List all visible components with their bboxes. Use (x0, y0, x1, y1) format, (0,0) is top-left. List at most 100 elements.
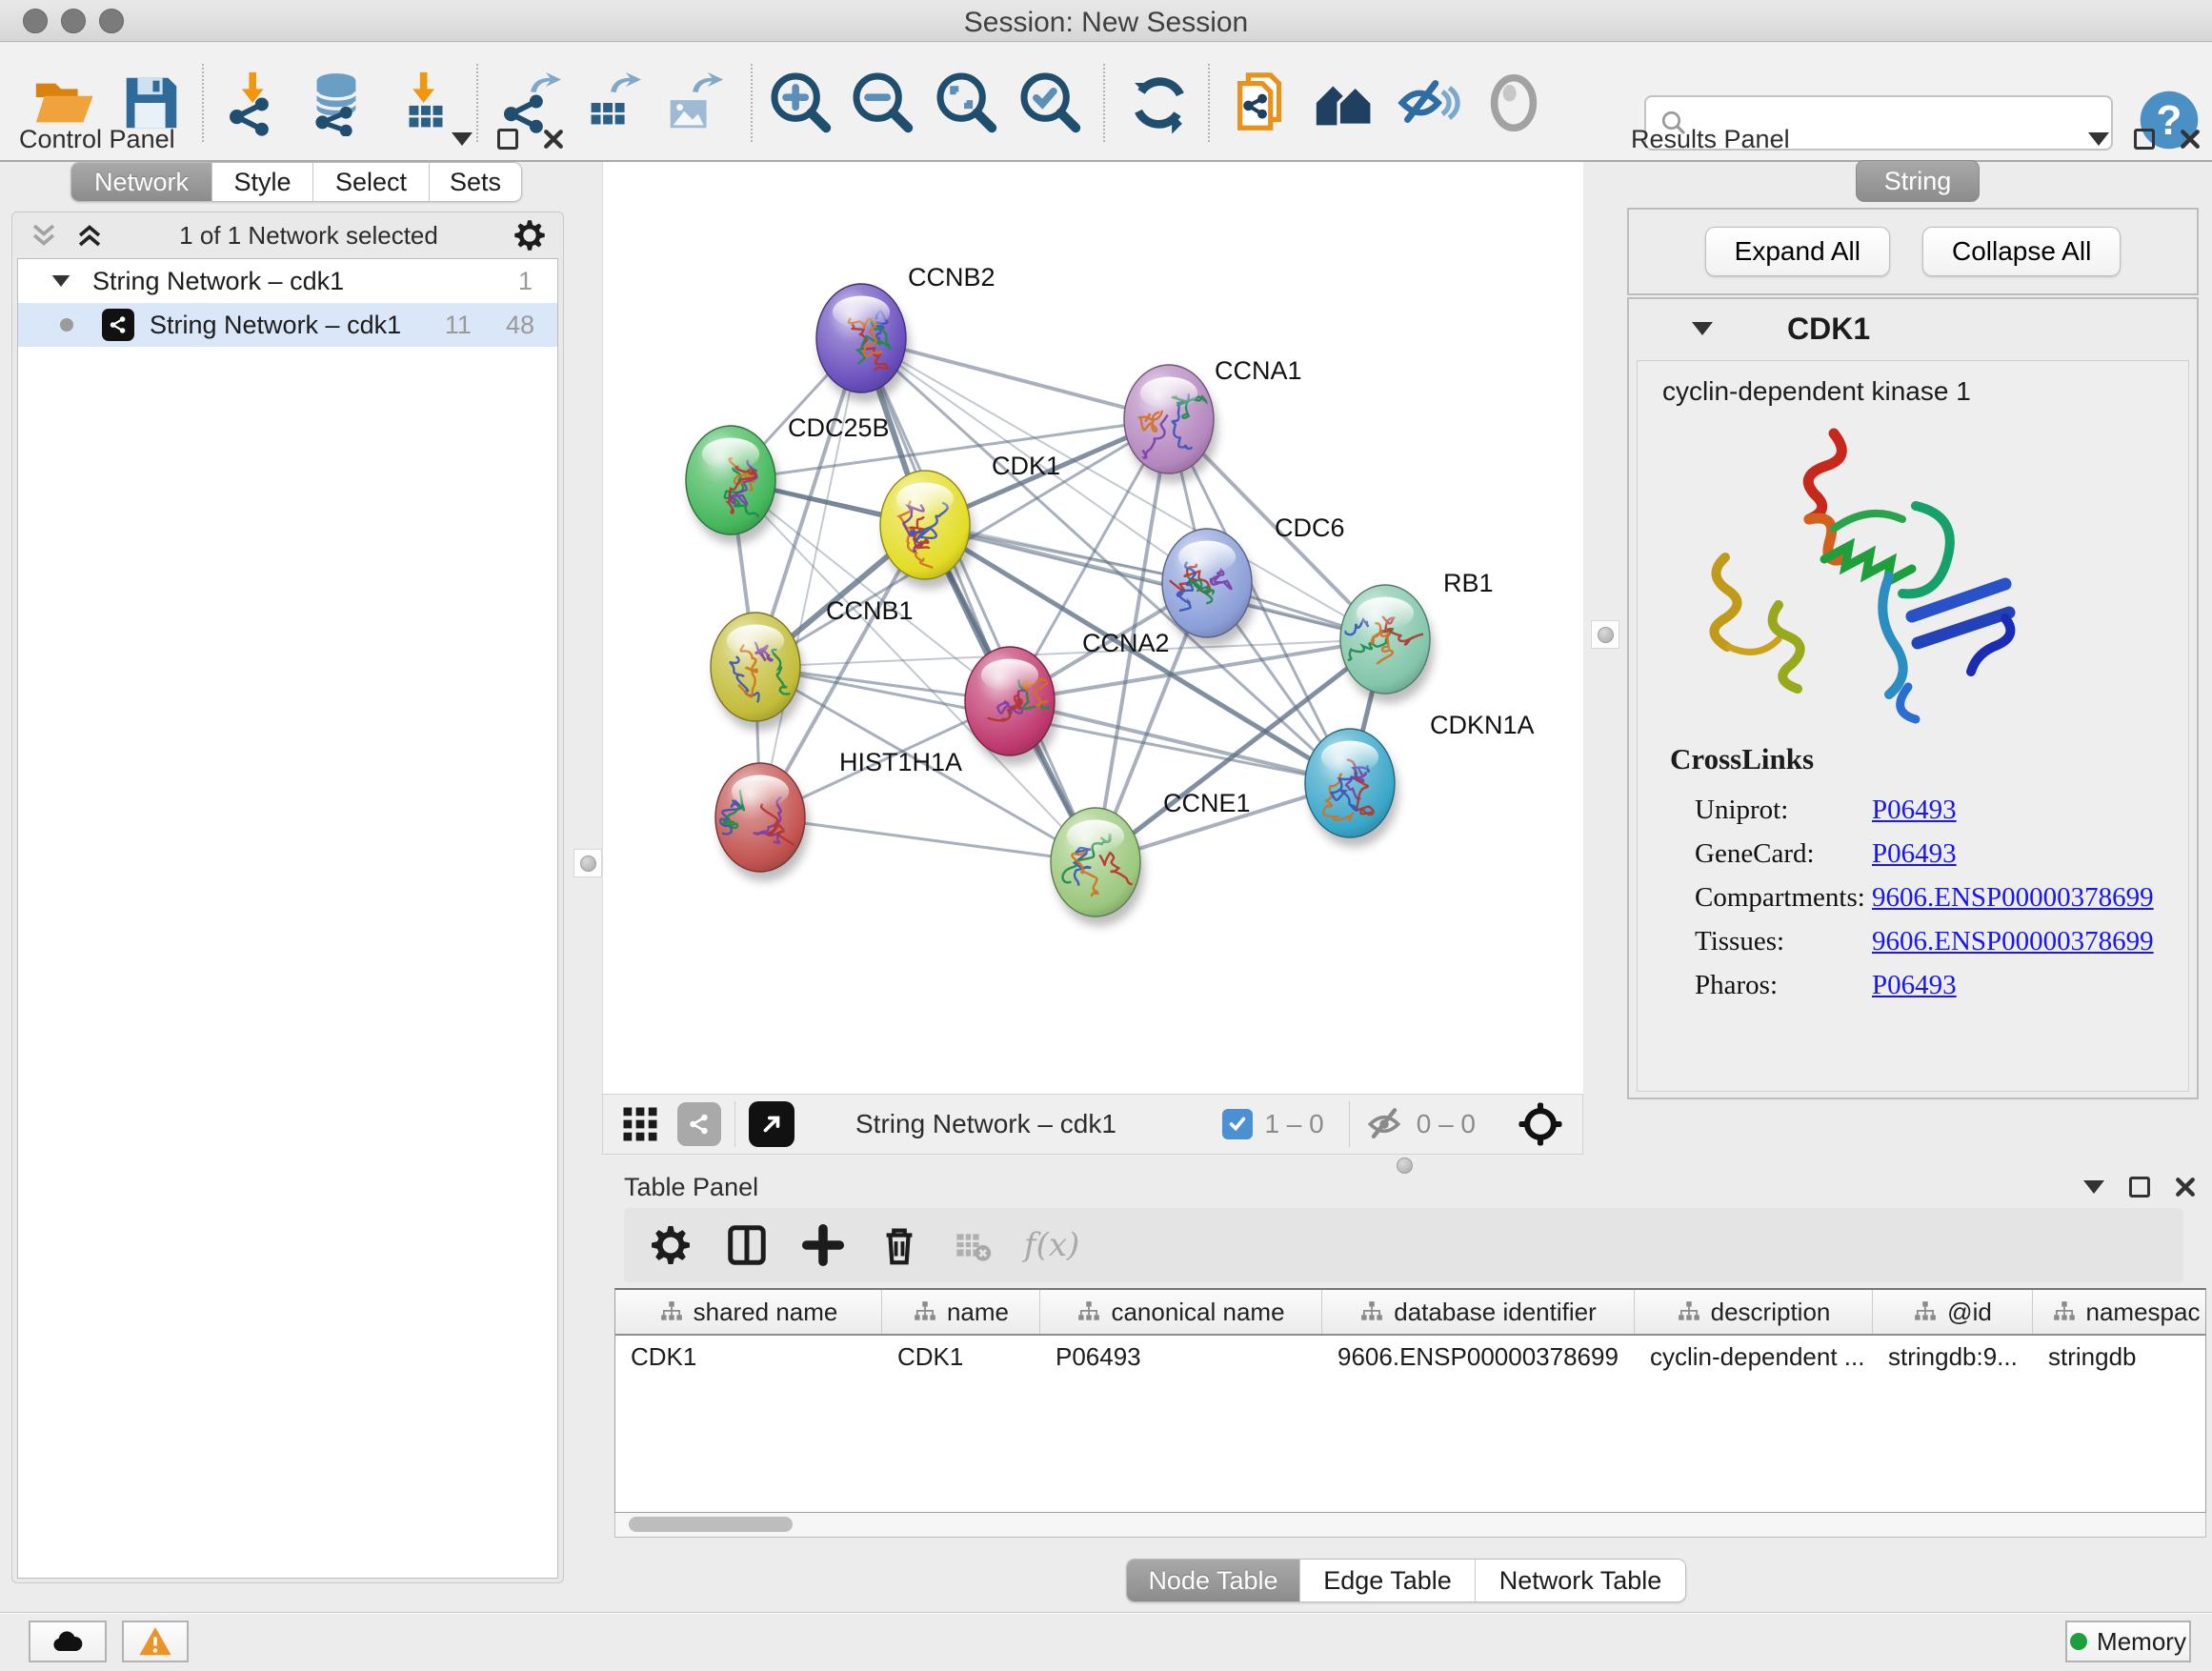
left-splitter-handle[interactable] (573, 849, 602, 877)
node-CCNA2[interactable]: CCNA2 (965, 629, 1170, 765)
node-HIST1H1A[interactable]: HIST1H1A (715, 748, 962, 881)
network-row[interactable]: String Network – cdk1 11 48 (18, 303, 557, 347)
network-graph[interactable]: CCNB2CCNA1CDC25BCDK1CDC6RB1CCNB1CCNA2CDK… (603, 162, 1584, 1094)
tab-sets[interactable]: Sets (430, 163, 521, 201)
memory-button[interactable]: Memory (2065, 1621, 2191, 1662)
hide-selected-button[interactable] (1394, 70, 1460, 136)
crosslink-link[interactable]: P06493 (1872, 838, 1957, 870)
table-cell[interactable]: stringdb:9... (1873, 1342, 2033, 1372)
crosslink-label: Tissues: (1695, 926, 1872, 957)
gene-section-header[interactable]: CDK1 (1629, 299, 2197, 358)
network-status-dot (60, 318, 73, 332)
export-table-button[interactable] (577, 70, 644, 136)
zoom-selected-button[interactable] (1017, 70, 1084, 136)
float-panel-icon[interactable] (2134, 129, 2155, 150)
tab-network[interactable]: Network (71, 163, 212, 201)
table-row[interactable]: CDK1CDK1P064939606.ENSP00000378699cyclin… (615, 1336, 2205, 1378)
close-panel-icon[interactable] (543, 129, 564, 150)
column-header-description[interactable]: description (1635, 1290, 1873, 1334)
column-header-canonical-name[interactable]: canonical name (1040, 1290, 1322, 1334)
delete-column-icon[interactable] (877, 1223, 921, 1267)
table-cell[interactable]: P06493 (1040, 1342, 1322, 1372)
cloud-icon (49, 1622, 87, 1661)
tab-network-table[interactable]: Network Table (1476, 1560, 1685, 1601)
tab-select[interactable]: Select (313, 163, 430, 201)
table-cell[interactable]: stringdb (2033, 1342, 2206, 1372)
collection-expander-icon[interactable] (52, 275, 70, 287)
node-CCNB2[interactable]: CCNB2 (816, 263, 995, 402)
table-cell[interactable]: CDK1 (882, 1342, 1040, 1372)
first-neighbors-button[interactable] (1311, 70, 1377, 136)
column-label: shared name (694, 1298, 838, 1327)
add-column-icon[interactable] (801, 1223, 845, 1267)
gene-description: cyclin-dependent kinase 1 (1662, 376, 1971, 407)
column-header-database-identifier[interactable]: database identifier (1322, 1290, 1635, 1334)
table-gear-icon[interactable] (649, 1223, 693, 1267)
right-splitter-handle[interactable] (1591, 620, 1619, 649)
network-canvas[interactable]: CCNB2CCNA1CDC25BCDK1CDC6RB1CCNB1CCNA2CDK… (602, 162, 1583, 1094)
toolbar-separator (751, 64, 753, 142)
table-cell[interactable]: CDK1 (615, 1342, 882, 1372)
gene-expander-icon[interactable] (1692, 322, 1713, 335)
zoom-out-button[interactable] (850, 70, 916, 136)
crosslink-link[interactable]: P06493 (1872, 970, 1957, 1001)
toolbar-separator (1349, 1101, 1350, 1147)
crosslink-link[interactable]: P06493 (1872, 795, 1957, 826)
attribute-icon (659, 1299, 684, 1324)
show-all-button[interactable] (1480, 70, 1547, 136)
column-header--id[interactable]: @id (1873, 1290, 2033, 1334)
crosslink-link[interactable]: 9606.ENSP00000378699 (1872, 926, 2154, 957)
tab-label: Edge Table (1323, 1566, 1452, 1596)
expand-all-icon[interactable] (73, 219, 106, 252)
node-CDC6[interactable]: CDC6 (1162, 513, 1345, 647)
float-panel-icon[interactable] (497, 129, 518, 150)
table-horizontal-scrollbar[interactable] (614, 1513, 2206, 1538)
edge[interactable] (760, 817, 1096, 862)
node-label: HIST1H1A (839, 748, 962, 776)
column-header-shared-name[interactable]: shared name (615, 1290, 882, 1334)
tab-edge-table[interactable]: Edge Table (1300, 1560, 1476, 1601)
node-label: CDKN1A (1430, 711, 1535, 739)
node-CCNE1[interactable]: CCNE1 (1051, 789, 1251, 926)
gear-icon[interactable] (512, 217, 548, 253)
close-panel-icon[interactable] (2175, 1177, 2196, 1198)
column-header-name[interactable]: name (882, 1290, 1040, 1334)
close-panel-icon[interactable] (2180, 129, 2201, 150)
node-label: CDK1 (992, 452, 1060, 480)
grid-view-icon[interactable] (620, 1104, 660, 1144)
warning-button[interactable] (122, 1621, 189, 1662)
collapse-all-button[interactable]: Collapse All (1922, 227, 2121, 276)
zoom-fit-button[interactable] (934, 70, 1000, 136)
table-cell[interactable]: cyclin-dependent ... (1635, 1342, 1873, 1372)
table-cell[interactable]: 9606.ENSP00000378699 (1322, 1342, 1635, 1372)
crosslink-link[interactable]: 9606.ENSP00000378699 (1872, 882, 2154, 914)
clone-network-button[interactable] (1229, 70, 1296, 136)
network-collection-row[interactable]: String Network – cdk1 1 (18, 259, 557, 303)
tab-node-table[interactable]: Node Table (1127, 1560, 1300, 1601)
collapse-all-icon[interactable] (28, 219, 60, 252)
detach-view-icon[interactable] (749, 1101, 794, 1147)
float-panel-icon[interactable] (2129, 1177, 2150, 1198)
birds-eye-icon[interactable] (1516, 1099, 1565, 1149)
panel-menu-icon[interactable] (2083, 1180, 2104, 1194)
delete-table-icon (954, 1226, 992, 1264)
node-RB1[interactable]: RB1 (1319, 569, 1493, 703)
panel-menu-icon[interactable] (2088, 132, 2109, 146)
panel-menu-icon[interactable] (452, 132, 473, 146)
zoom-in-button[interactable] (768, 70, 835, 136)
cloud-button[interactable] (29, 1621, 107, 1662)
refresh-icon (1126, 70, 1193, 136)
refresh-button[interactable] (1126, 70, 1193, 136)
edge[interactable] (760, 338, 861, 817)
expand-all-button[interactable]: Expand All (1705, 227, 1890, 276)
edge[interactable] (925, 525, 1385, 639)
columns-icon[interactable] (725, 1223, 769, 1267)
tab-string[interactable]: String (1856, 160, 1980, 202)
column-header-namespac[interactable]: namespac (2033, 1290, 2206, 1334)
tab-style[interactable]: Style (212, 163, 313, 201)
selected-checkbox-icon[interactable] (1222, 1109, 1253, 1139)
export-image-button[interactable] (659, 70, 726, 136)
node-CDKN1A[interactable]: CDKN1A (1305, 711, 1535, 847)
scrollbar-thumb[interactable] (629, 1517, 793, 1532)
network-share-icon[interactable] (677, 1102, 721, 1146)
